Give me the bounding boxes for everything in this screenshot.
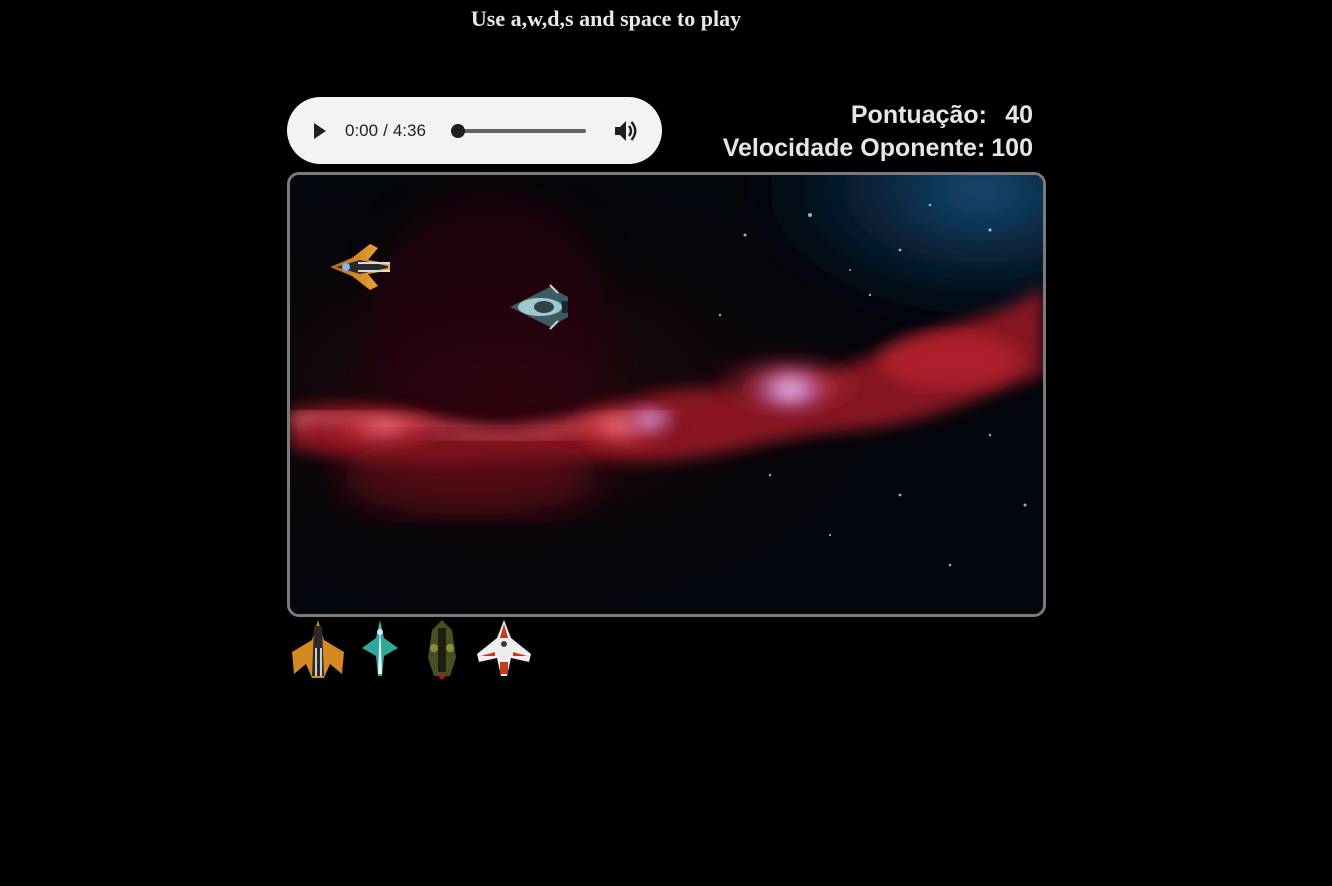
orange-fighter-ship-icon[interactable]: [287, 618, 349, 682]
audio-player[interactable]: 0:00/4:36: [287, 97, 662, 164]
game-canvas[interactable]: [287, 172, 1046, 617]
instructions-text: Use a,w,d,s and space to play: [470, 6, 742, 31]
volume-icon: [614, 120, 637, 141]
score-value: 40: [1005, 101, 1033, 129]
score-row: Pontuação: 40: [700, 99, 1033, 132]
time-display: 0:00/4:36: [345, 121, 426, 141]
play-button[interactable]: [309, 120, 331, 142]
score-label: Pontuação:: [850, 101, 987, 129]
play-icon: [314, 122, 326, 139]
opponent-speed-value: 100: [991, 134, 1033, 162]
white-red-ship-icon[interactable]: [473, 618, 535, 682]
duration: 4:36: [392, 120, 426, 140]
teal-arrow-ship-icon[interactable]: [349, 618, 411, 682]
opponent-speed-label: Velocidade Oponente:: [722, 134, 986, 162]
seek-thumb[interactable]: [450, 123, 465, 138]
opponent-speed-row: Velocidade Oponente: 100: [700, 132, 1033, 165]
volume-button[interactable]: [612, 117, 640, 145]
seek-slider[interactable]: [450, 123, 586, 138]
olive-gunship-icon[interactable]: [411, 618, 473, 682]
time-separator: /: [383, 120, 388, 140]
ship-roster: [287, 618, 535, 682]
score-panel: Pontuação: 40 Velocidade Oponente: 100: [700, 99, 1033, 165]
space-background: [290, 175, 1043, 614]
current-time: 0:00: [345, 120, 379, 140]
